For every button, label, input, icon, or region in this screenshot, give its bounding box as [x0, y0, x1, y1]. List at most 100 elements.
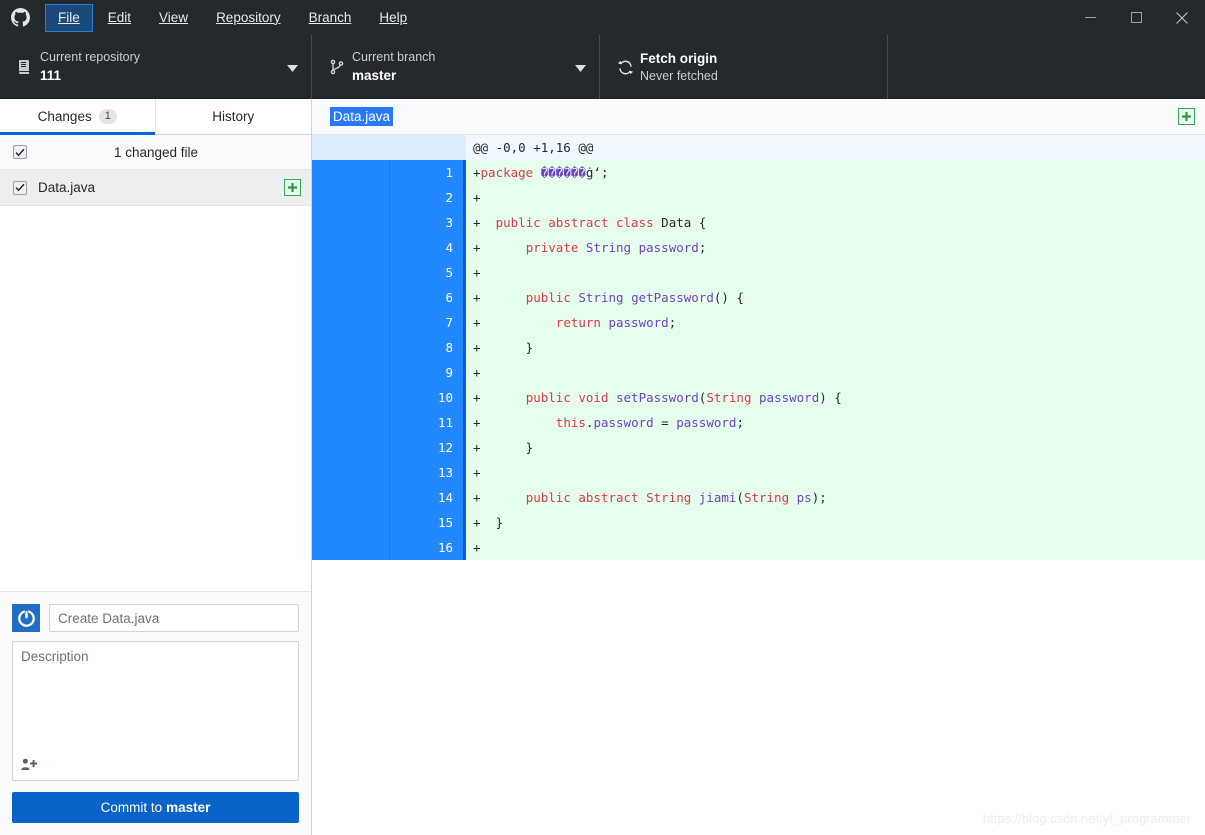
- diff-file-name[interactable]: Data.java: [330, 107, 393, 126]
- current-repository-button[interactable]: Current repository 111: [0, 35, 312, 99]
- diff-line-gutter-old: [312, 160, 390, 185]
- close-button[interactable]: [1159, 0, 1205, 35]
- code-token: this: [556, 415, 586, 430]
- commit-button-branch: master: [166, 800, 210, 815]
- diff-line[interactable]: 7+ return password;: [312, 310, 1205, 335]
- diff-line-marker: +: [473, 290, 481, 305]
- diff-line[interactable]: 3+ public abstract class Data {: [312, 210, 1205, 235]
- select-all-checkbox[interactable]: [13, 145, 27, 159]
- diff-line[interactable]: 12+ }: [312, 435, 1205, 460]
- code-token: =: [661, 415, 676, 430]
- diff-line[interactable]: 16+: [312, 535, 1205, 560]
- add-coauthor-icon[interactable]: [21, 758, 37, 774]
- diff-header: Data.java: [312, 99, 1205, 135]
- diff-line[interactable]: 4+ private String password;: [312, 235, 1205, 260]
- current-repository-value: 111: [40, 66, 281, 85]
- diff-line[interactable]: 11+ this.password = password;: [312, 410, 1205, 435]
- diff-line-gutter-old: [312, 260, 390, 285]
- sync-icon: [612, 59, 638, 76]
- file-name-label: Data.java: [38, 180, 284, 195]
- diff-line[interactable]: 5+: [312, 260, 1205, 285]
- diff-line-content: + this.password = password;: [466, 415, 1205, 430]
- code-token: password: [676, 415, 736, 430]
- commit-button-prefix: Commit to: [101, 800, 163, 815]
- diff-line[interactable]: 1+package ������ġʻ;: [312, 160, 1205, 185]
- diff-line-gutter-old: [312, 335, 390, 360]
- code-token: package: [481, 165, 541, 180]
- diff-line[interactable]: 2+: [312, 185, 1205, 210]
- file-include-checkbox[interactable]: [13, 181, 27, 195]
- menu-item-repository-label: Repository: [216, 10, 281, 25]
- main-area: Changes 1 History 1 changed file Data.ja…: [0, 99, 1205, 835]
- title-bar: File Edit View Repository Branch Help: [0, 0, 1205, 35]
- commit-to-branch-button[interactable]: Commit to master: [12, 792, 299, 823]
- fetch-origin-button[interactable]: Fetch origin Never fetched: [600, 35, 888, 99]
- diff-add-all-icon[interactable]: [1178, 108, 1195, 125]
- toolbar: Current repository 111 Current branch ma…: [0, 35, 1205, 99]
- diff-line-gutter-old: [312, 310, 390, 335]
- menu-item-repository[interactable]: Repository: [203, 4, 294, 32]
- diff-line-marker: +: [473, 315, 481, 330]
- diff-hunk-header: @@ -0,0 +1,16 @@: [312, 135, 1205, 160]
- current-branch-value: master: [352, 66, 569, 85]
- diff-line-content: +: [466, 365, 1205, 380]
- menu-item-branch[interactable]: Branch: [296, 4, 365, 32]
- code-token: Data {: [661, 215, 706, 230]
- diff-line-content: + }: [466, 340, 1205, 355]
- diff-line-marker: +: [473, 540, 481, 555]
- menu-item-branch-label: Branch: [309, 10, 352, 25]
- current-branch-button[interactable]: Current branch master: [312, 35, 600, 99]
- code-token: return: [556, 315, 609, 330]
- diff-line[interactable]: 13+: [312, 460, 1205, 485]
- diff-line[interactable]: 15+ }: [312, 510, 1205, 535]
- list-item[interactable]: Data.java: [0, 170, 311, 206]
- diff-line[interactable]: 10+ public void setPassword(String passw…: [312, 385, 1205, 410]
- tab-changes[interactable]: Changes 1: [0, 99, 156, 134]
- minimize-button[interactable]: [1067, 0, 1113, 35]
- code-token: }: [481, 340, 534, 355]
- diff-line-gutter-old: [312, 535, 390, 560]
- diff-line-gutter-old: [312, 210, 390, 235]
- changes-count-badge: 1: [99, 109, 117, 125]
- diff-line[interactable]: 6+ public String getPassword() {: [312, 285, 1205, 310]
- diff-line-number: 12: [390, 435, 466, 460]
- diff-line-gutter-old: [312, 235, 390, 260]
- menu-item-file[interactable]: File: [45, 4, 93, 32]
- diff-line-content: + }: [466, 440, 1205, 455]
- code-token: ������: [541, 165, 586, 180]
- commit-summary-input[interactable]: [49, 604, 299, 632]
- diff-line-marker: +: [473, 340, 481, 355]
- maximize-button[interactable]: [1113, 0, 1159, 35]
- diff-line-marker: +: [473, 215, 481, 230]
- diff-body[interactable]: @@ -0,0 +1,16 @@ 1+package ������ġʻ;2+3+…: [312, 135, 1205, 835]
- diff-line-gutter-old: [312, 285, 390, 310]
- diff-line-content: + public abstract String jiami(String ps…: [466, 490, 1205, 505]
- code-token: ps: [797, 490, 812, 505]
- diff-line[interactable]: 8+ }: [312, 335, 1205, 360]
- diff-line-gutter-old: [312, 485, 390, 510]
- hunk-range-label: @@ -0,0 +1,16 @@: [466, 140, 593, 155]
- diff-line[interactable]: 9+: [312, 360, 1205, 385]
- tab-history[interactable]: History: [156, 99, 312, 134]
- code-token: public void: [526, 390, 616, 405]
- menu-item-help[interactable]: Help: [366, 4, 420, 32]
- code-token: (: [736, 490, 744, 505]
- diff-line-marker: +: [473, 240, 481, 255]
- diff-line[interactable]: 14+ public abstract String jiami(String …: [312, 485, 1205, 510]
- menu-item-help-label: Help: [379, 10, 407, 25]
- diff-line-marker: +: [473, 465, 481, 480]
- diff-line-content: +: [466, 265, 1205, 280]
- diff-line-content: + }: [466, 515, 1205, 530]
- code-token: [481, 315, 556, 330]
- code-token: password: [608, 315, 668, 330]
- diff-line-content: +: [466, 190, 1205, 205]
- diff-line-content: + return password;: [466, 315, 1205, 330]
- code-token: public: [526, 290, 579, 305]
- code-token: public abstract String: [526, 490, 699, 505]
- menu-item-view[interactable]: View: [146, 4, 201, 32]
- commit-description-input[interactable]: Description: [12, 641, 299, 781]
- code-token: setPassword: [616, 390, 699, 405]
- menu-item-edit[interactable]: Edit: [95, 4, 144, 32]
- diff-line-gutter-old: [312, 185, 390, 210]
- code-token: [481, 490, 526, 505]
